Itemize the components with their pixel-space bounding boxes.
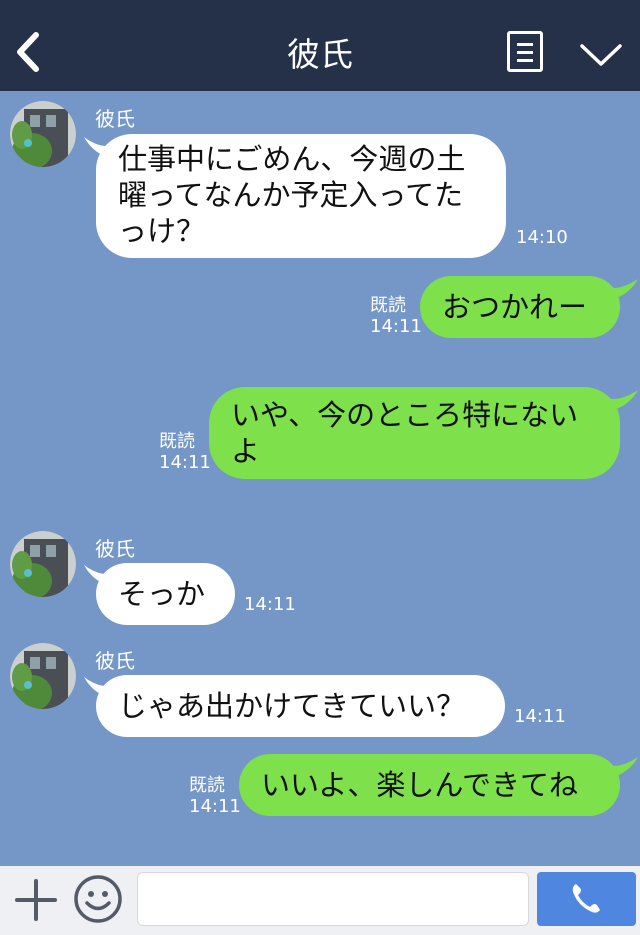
chat-header: 彼氏 [0, 0, 640, 91]
message-bubble[interactable]: いや、今のところ特にない よ [209, 387, 620, 479]
message-time: 14:11 [514, 706, 566, 727]
message-incoming: 彼氏 仕事中にごめん、今週の土 曜ってなんか予定入ってた っけ？ 14:10 [0, 91, 640, 266]
avatar[interactable] [10, 101, 76, 167]
emoji-button[interactable] [73, 874, 123, 924]
message-input[interactable] [137, 872, 529, 926]
message-line: じゃあ出かけてきていい？ [118, 689, 466, 723]
message-line: いや、今のところ特にない [231, 398, 579, 432]
message-line: 曜ってなんか予定入ってた [118, 178, 464, 212]
message-bubble[interactable]: 仕事中にごめん、今週の土 曜ってなんか予定入ってた っけ？ [96, 134, 506, 258]
add-button[interactable] [14, 878, 58, 922]
message-incoming: 彼氏 そっか 14:11 [0, 523, 640, 633]
message-bubble[interactable]: そっか [96, 563, 235, 625]
chat-title: 彼氏 [287, 35, 353, 74]
read-receipt: 既読 14:11 [189, 775, 241, 817]
plus-icon [15, 879, 57, 921]
message-incoming: 彼氏 じゃあ出かけてきていい？ 14:11 [0, 635, 640, 745]
message-outgoing: 既読 14:11 いいよ、楽しんできてね [0, 751, 640, 821]
call-button[interactable] [537, 872, 636, 926]
message-line: よ [231, 434, 261, 468]
message-line: いいよ、楽しんできてね [261, 768, 578, 802]
sender-name: 彼氏 [95, 649, 135, 673]
message-line: おつかれー [442, 290, 588, 324]
read-receipt: 既読 14:11 [159, 431, 211, 473]
message-line: っけ？ [118, 214, 206, 248]
sender-name: 彼氏 [95, 107, 135, 131]
menu-button[interactable] [507, 31, 543, 72]
phone-icon [572, 884, 600, 913]
chevron-down-icon [580, 44, 622, 66]
chat-area[interactable]: 彼氏 仕事中にごめん、今週の土 曜ってなんか予定入ってた っけ？ 14:10 既… [0, 91, 640, 866]
smiley-icon [74, 875, 122, 923]
message-outgoing: 既読 14:11 おつかれー [0, 271, 640, 341]
message-bubble[interactable]: じゃあ出かけてきていい？ [96, 675, 505, 737]
message-outgoing: 既読 14:11 いや、今のところ特にない よ [0, 384, 640, 484]
message-line: 仕事中にごめん、今週の土 [118, 142, 466, 176]
avatar[interactable] [10, 531, 76, 597]
collapse-button[interactable] [578, 40, 624, 70]
avatar[interactable] [10, 643, 76, 709]
message-bubble[interactable]: おつかれー [420, 276, 620, 338]
message-time: 14:11 [244, 594, 296, 615]
message-line: そっか [118, 577, 206, 611]
read-receipt: 既読 14:11 [370, 295, 422, 337]
message-bubble[interactable]: いいよ、楽しんできてね [239, 754, 620, 816]
message-time: 14:10 [516, 227, 568, 248]
sender-name: 彼氏 [95, 537, 135, 561]
